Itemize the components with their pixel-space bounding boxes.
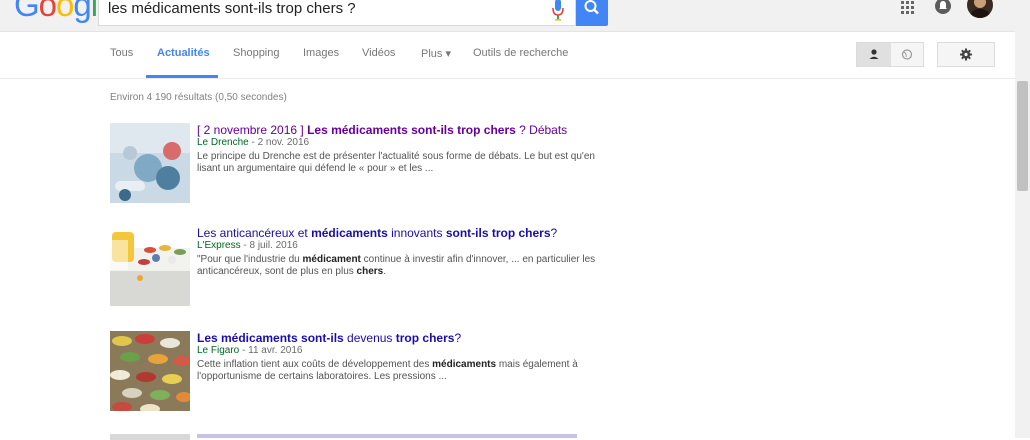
person-icon [869, 49, 879, 59]
title-text: ? [550, 226, 558, 240]
next-result-title-partial[interactable] [197, 434, 577, 438]
active-tab-indicator [146, 75, 218, 78]
logo-letter: g [73, 0, 91, 23]
result-snippet: Le principe du Drenche est de présenter … [197, 151, 597, 175]
result-source[interactable]: L'Express [197, 240, 241, 251]
search-tabs: Tous Actualités Shopping Images Vidéos P… [0, 32, 1030, 79]
snippet-text: Cette inflation tient aux coûts de dével… [197, 359, 433, 370]
scrollbar[interactable] [1015, 31, 1030, 438]
avatar[interactable] [967, 0, 993, 18]
title-text: devenus [343, 331, 396, 345]
notifications-icon[interactable] [935, 0, 951, 14]
result-thumbnail[interactable] [110, 123, 190, 203]
snippet-text: Le principe du Drenche est de présenter … [197, 151, 595, 174]
result-date: - 11 avr. 2016 [239, 345, 303, 356]
title-text: Les anticancéreux et [197, 226, 312, 240]
tab-videos[interactable]: Vidéos [362, 47, 395, 59]
result-snippet: "Pour que l'industrie du médicament cont… [197, 254, 597, 278]
result-title-link[interactable]: [ 2 novembre 2016 ] Les médicaments sont… [197, 123, 597, 137]
result-thumbnail[interactable] [110, 226, 190, 306]
logo-letter: o [38, 0, 57, 23]
result-title-link[interactable]: Les anticancéreux et médicaments innovan… [197, 226, 597, 240]
tab-tous[interactable]: Tous [110, 47, 133, 59]
title-text: ? [454, 331, 462, 345]
title-text: trop chers [395, 331, 455, 345]
tab-outils[interactable]: Outils de recherche [473, 47, 568, 59]
snippet-text: médicaments [432, 359, 497, 370]
tab-images[interactable]: Images [303, 47, 339, 59]
results-count: Environ 4 190 résultats (0,50 secondes) [110, 92, 287, 103]
global-results-button[interactable] [891, 43, 924, 66]
gear-icon [960, 48, 972, 61]
search-input[interactable] [108, 0, 538, 19]
snippet-text: "Pour que l'industrie du [197, 254, 303, 265]
personal-results-button[interactable] [857, 43, 891, 66]
mic-icon[interactable] [551, 0, 565, 21]
result-date: - 2 nov. 2016 [248, 137, 310, 148]
settings-button[interactable] [937, 42, 995, 67]
result-snippet: Cette inflation tient aux coûts de dével… [197, 359, 597, 383]
search-button[interactable] [576, 0, 608, 26]
logo-letter: o [56, 0, 74, 23]
top-bar: Google [0, 0, 1030, 32]
result-source[interactable]: Le Drenche [197, 137, 249, 148]
title-text: [ 2 novembre 2016 ] [197, 123, 308, 137]
tab-shopping[interactable]: Shopping [233, 47, 280, 59]
globe-icon [901, 49, 913, 60]
tab-plus[interactable]: Plus ▾ [421, 47, 451, 60]
next-result-partial [110, 434, 190, 440]
result-source[interactable]: Le Figaro [197, 345, 239, 356]
tab-actualites[interactable]: Actualités [157, 47, 210, 59]
title-text: Les médicaments sont-ils trop chers [307, 123, 516, 137]
scrollbar-thumb[interactable] [1017, 81, 1028, 191]
search-box[interactable] [98, 0, 576, 26]
result-title-link[interactable]: Les médicaments sont-ils devenus trop ch… [197, 331, 597, 345]
logo-letter: G [14, 0, 40, 23]
title-text: sont-ils trop chers [445, 226, 551, 240]
result-thumbnail[interactable] [110, 331, 190, 411]
title-text: innovants [387, 226, 446, 240]
snippet-text: chers [356, 266, 384, 277]
bell-icon [939, 1, 947, 9]
title-text: Les médicaments sont-ils [197, 331, 344, 345]
snippet-text: . [383, 266, 387, 277]
result-date: - 8 juil. 2016 [240, 240, 298, 251]
snippet-text: médicament [302, 254, 361, 265]
search-icon [584, 0, 599, 15]
apps-icon[interactable] [901, 1, 915, 15]
account-toggle [856, 42, 924, 67]
title-text: médicaments [311, 226, 388, 240]
title-text: ? Débats [515, 123, 568, 137]
